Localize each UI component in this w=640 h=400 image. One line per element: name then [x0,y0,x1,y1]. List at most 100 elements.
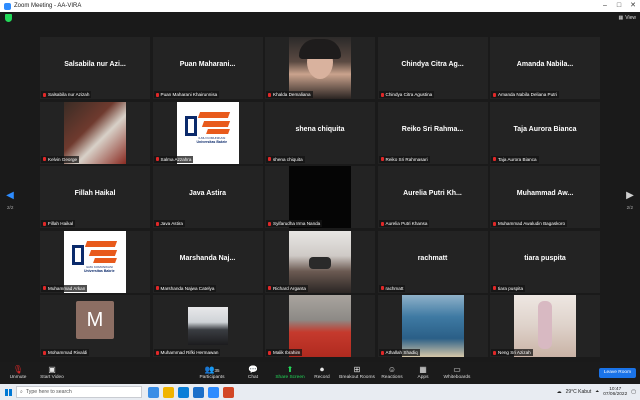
chat-button[interactable]: 💬 Chat [233,365,273,380]
whiteboards-button[interactable]: ▭ Whiteboards [437,365,477,380]
previous-page-arrow-icon[interactable]: ◀ [4,190,16,201]
system-tray: ☁ 29°C Kabut ⏶ 10:47 07/06/2022 ▢ [557,387,640,398]
participant-tile[interactable]: Khalda Demaliana [265,37,375,99]
participant-tile[interactable]: Chindya Citra Ag... Chindya Citra Agustin… [377,37,488,99]
participant-tile[interactable]: rachmatt rachmatt [377,230,488,293]
participant-tile[interactable]: Amanda Nabila... Amanda Nabila Deliana Pu… [490,37,600,99]
logo-text-line2: Universitas Bakrie [196,139,228,144]
participant-name: Puan Maharani Khairunnisa [160,92,218,97]
participant-video [289,166,351,228]
participant-nameplate: Aurelia Putri Khansa [378,220,430,227]
university-logo: ILMU KOMUNIKASI Universitas Bakrie [72,237,118,273]
task-view-icon[interactable] [148,386,159,398]
participant-tile[interactable]: Fillah Haikal Fillah Haikal [40,166,150,228]
participant-video: ILMU KOMUNIKASI Universitas Bakrie [176,101,239,164]
participant-tile[interactable]: Richard Arganta [265,230,375,293]
clock[interactable]: 10:47 07/06/2022 [603,387,627,398]
muted-mic-icon [493,92,496,97]
participant-tile[interactable]: Neng Sri Azizah [490,295,600,357]
participant-video: ILMU KOMUNIKASI Universitas Bakrie [64,230,126,293]
participant-gallery-grid: Salsabila nur Azi... Salsabila nur Azizah… [40,37,600,357]
network-icon[interactable]: ⏶ [595,389,599,395]
participant-nameplate: Mohammad Rivaldi [41,349,90,356]
participant-name: Kelvin George [48,156,78,162]
close-button[interactable]: ✕ [626,0,640,12]
maximize-button[interactable]: □ [612,0,626,12]
participant-nameplate: Salsabila nur Azizah [41,91,92,98]
logo-text-line2: Universitas Bakrie [84,268,115,273]
windows-start-icon[interactable] [0,384,16,400]
security-shield-icon[interactable] [5,14,12,22]
next-page-arrow-icon[interactable]: ▶ [624,190,636,201]
participant-tile[interactable]: Java Astira Java Astira [152,166,263,228]
notification-icon[interactable]: ▢ [631,389,636,395]
record-button[interactable]: ⏺ Record [302,365,342,380]
muted-mic-icon [380,286,384,290]
participant-display-name: Salsabila nur Azi... [64,61,126,68]
participant-video [514,295,576,357]
participant-tile[interactable]: Taja Aurora Bianca Taja Aurora Bianca [490,101,600,164]
muted-mic-icon [380,221,384,226]
participant-nameplate: Marshanda Najwa Catelya [153,284,217,292]
participant-display-name: Aurelia Putri Kh... [403,190,462,197]
muted-mic-icon [155,221,159,226]
breakout-rooms-button[interactable]: ⊞ Breakout Rooms [337,365,377,380]
office-icon[interactable] [223,386,234,398]
participant-tile[interactable]: Marshanda Naj... Marshanda Najwa Catelya [152,230,263,293]
muted-mic-icon [268,286,271,290]
participant-tile[interactable]: M Mohammad Rivaldi [40,295,150,357]
participant-tile[interactable]: shena chiquita shena chiquita [265,101,375,164]
participant-tile[interactable]: Muhammad Rifki Hermawan [152,295,263,357]
participant-tile[interactable]: Kelvin George [40,101,150,164]
start-video-button[interactable]: ▣ Start Video [32,365,72,380]
participant-name: Fillah Haikal [48,221,74,226]
participant-name: Muhammad Awaludin Bagaskoro [498,221,566,226]
taskbar-search-box[interactable]: ⌕ Type here to search [16,386,142,398]
participant-tile[interactable]: tiara puspita tiara puspita [490,230,600,293]
view-button[interactable]: ▦ View [619,15,636,21]
participant-nameplate: Neng Sri Azizah [491,349,533,356]
participant-name: Taja Aurora Bianca [498,156,537,162]
zoom-app-icon [4,2,11,10]
muted-mic-icon [43,157,46,161]
participant-display-name: Amanda Nabila... [516,61,574,68]
minimize-button[interactable]: – [598,0,612,12]
participant-display-name: Java Astira [188,190,227,197]
file-explorer-icon[interactable] [163,386,174,398]
participant-tile[interactable]: Puan Maharani... Puan Maharani Khairunnis… [152,37,263,99]
muted-mic-icon [493,157,496,161]
muted-mic-icon [493,286,496,290]
muted-mic-icon [155,286,159,290]
muted-mic-icon [268,157,271,161]
participant-tile[interactable]: Muhammad Aw... Muhammad Awaludin Bagaskor… [490,166,600,228]
muted-mic-icon [43,92,46,97]
participant-name: rachmatt [385,285,404,291]
participant-tile[interactable]: Syifarudha Irma Nanda [265,166,375,228]
participant-display-name: tiara puspita [524,254,566,262]
participant-tile[interactable]: Salsabila nur Azi... Salsabila nur Azizah [40,37,150,99]
edge-browser-icon[interactable] [178,386,189,398]
muted-mic-icon [268,221,271,226]
participant-display-name: shena chiquita [295,125,345,133]
participant-tile[interactable]: Malik Ibrahim [265,295,375,357]
muted-mic-icon [268,350,271,355]
participants-icon: 👥35 [204,365,220,374]
participant-name: Mohammad Rivaldi [48,350,88,355]
participant-nameplate: Syifarudha Irma Nanda [266,220,323,227]
participant-display-name: Muhammad Aw... [516,190,574,197]
store-icon[interactable] [193,386,204,398]
participant-tile[interactable]: ILMU KOMUNIKASI Universitas Bakrie Muhamma… [40,230,150,293]
muted-mic-icon [43,286,46,290]
record-icon: ⏺ [320,365,324,374]
participant-nameplate: Taja Aurora Bianca [491,155,539,163]
participant-display-name: Chindya Citra Ag... [401,61,464,68]
whiteboard-icon: ▭ [453,365,461,374]
zoom-taskbar-icon[interactable] [208,386,219,398]
participant-tile[interactable]: Athallah Shadiq [377,295,488,357]
participant-nameplate: Puan Maharani Khairunnisa [153,91,220,98]
participant-tile[interactable]: ILMU KOMUNIKASI Universitas Bakrie Salma A… [152,101,263,164]
leave-room-button[interactable]: Leave Room [599,368,636,378]
participant-tile[interactable]: Reiko Sri Rahma... Reiko Sri Rahmasari [377,101,488,164]
participants-button[interactable]: 👥35 Participants [192,365,232,380]
participant-tile[interactable]: Aurelia Putri Kh... Aurelia Putri Khansa [377,166,488,228]
